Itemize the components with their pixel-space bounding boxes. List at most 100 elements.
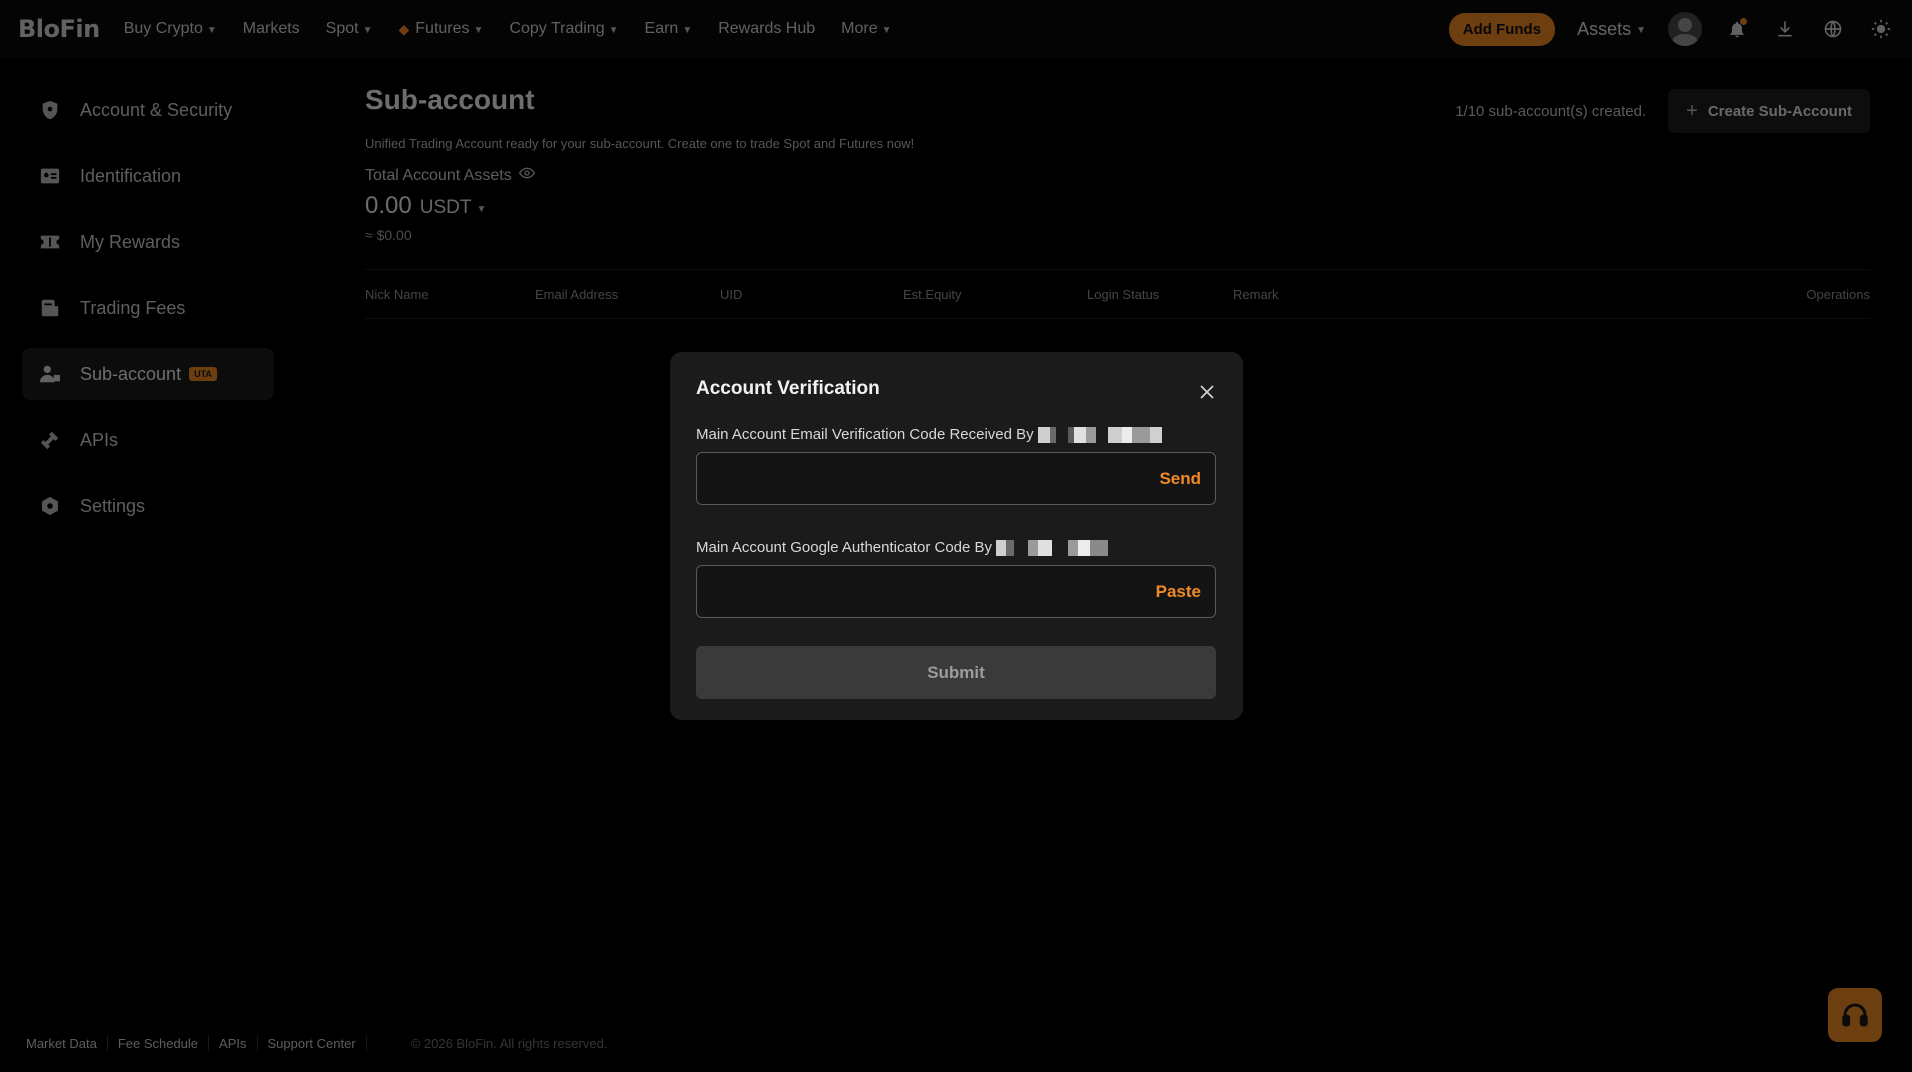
email-code-label-row: Main Account Email Verification Code Rec… [696, 426, 1217, 443]
sidebar-item-my-rewards[interactable]: My Rewards [22, 216, 274, 268]
language-button[interactable] [1820, 16, 1846, 42]
total-assets-amount: 0.00 [365, 192, 412, 219]
assets-menu[interactable]: Assets ▼ [1577, 19, 1646, 40]
footer-link-support-center[interactable]: Support Center [258, 1036, 367, 1051]
sidebar-item-sub-account[interactable]: Sub-account UTA [22, 348, 274, 400]
nav-more-label: More [841, 20, 878, 37]
footer-link-apis[interactable]: APIs [209, 1036, 258, 1051]
nav-more[interactable]: More ▼ [841, 20, 891, 38]
send-code-button[interactable]: Send [1159, 469, 1201, 489]
assets-label: Assets [1577, 18, 1632, 39]
globe-icon [1824, 20, 1842, 38]
paste-code-button[interactable]: Paste [1156, 582, 1201, 602]
settings-icon [38, 494, 62, 518]
column-login-status: Login Status [1087, 287, 1160, 302]
currency-selector[interactable]: USDT ▼ [420, 197, 487, 219]
futures-flame-icon: ◆ [398, 20, 410, 37]
modal-title: Account Verification [696, 378, 880, 399]
sidebar-item-label: Identification [80, 165, 182, 186]
sub-account-main: Sub-account 1/10 sub-account(s) created.… [365, 84, 1870, 319]
column-email-address: Email Address [535, 287, 619, 302]
sidebar-item-label: My Rewards [80, 231, 181, 252]
total-assets-label-row: Total Account Assets [365, 165, 1870, 186]
eye-icon[interactable] [518, 165, 535, 186]
chevron-down-icon: ▼ [206, 24, 217, 36]
ticket-icon [38, 230, 62, 254]
chevron-down-icon: ▼ [608, 24, 619, 36]
masked-account [996, 539, 1109, 556]
google-code-input[interactable] [697, 566, 1215, 617]
sub-account-table-header: Nick Name Email Address UID Est.Equity L… [365, 269, 1870, 319]
google-code-label: Main Account Google Authenticator Code B… [696, 539, 993, 556]
nav-right-group: Add Funds Assets ▼ [1448, 12, 1894, 46]
nav-futures-label: Futures [415, 20, 470, 37]
nav-earn[interactable]: Earn ▼ [645, 20, 693, 38]
chevron-down-icon: ▼ [881, 24, 892, 36]
modal-close-button[interactable] [1197, 382, 1217, 402]
currency-label: USDT [419, 197, 472, 218]
sidebar-item-account-security[interactable]: Account & Security [22, 84, 274, 136]
submit-button[interactable]: Submit [696, 646, 1216, 699]
caret-down-icon: ▼ [476, 203, 487, 215]
uta-badge: UTA [189, 367, 217, 381]
nav-rewards-hub-label: Rewards Hub [718, 20, 816, 37]
download-button[interactable] [1772, 16, 1798, 42]
email-code-input[interactable] [697, 453, 1215, 504]
header-actions: 1/10 sub-account(s) created. + Create Su… [1455, 89, 1870, 133]
sidebar-item-identification[interactable]: Identification [22, 150, 274, 202]
nav-spot[interactable]: Spot ▼ [326, 20, 373, 38]
plus-icon: + [1686, 100, 1698, 122]
notification-button[interactable] [1724, 16, 1750, 42]
column-remark: Remark [1233, 287, 1279, 302]
sidebar-item-label: APIs [80, 429, 119, 450]
google-code-field: Paste [696, 565, 1216, 618]
user-avatar[interactable] [1668, 12, 1702, 46]
sidebar-item-label: Trading Fees [80, 297, 186, 318]
sidebar-item-label: Settings [80, 495, 146, 516]
total-assets-label: Total Account Assets [365, 166, 512, 184]
nav-futures[interactable]: ◆ Futures ▼ [399, 20, 484, 38]
sidebar-item-apis[interactable]: APIs [22, 414, 274, 466]
brand-logo[interactable]: BloFin [18, 15, 100, 43]
sidebar-item-label: Account & Security [80, 99, 233, 120]
nav-copy-trading[interactable]: Copy Trading ▼ [509, 20, 618, 38]
theme-toggle-button[interactable] [1868, 16, 1894, 42]
email-code-field: Send [696, 452, 1216, 505]
api-icon [38, 428, 62, 452]
top-navigation: BloFin Buy Crypto ▼ Markets Spot ▼ ◆ Fut… [0, 0, 1912, 58]
approx-usd-value: ≈ $0.00 [365, 227, 412, 243]
nav-spot-label: Spot [325, 20, 359, 37]
column-nick-name: Nick Name [365, 287, 429, 302]
email-code-label: Main Account Email Verification Code Rec… [696, 426, 1034, 443]
copyright-text: © 2026 BloFin. All rights reserved. [410, 1036, 608, 1051]
id-card-icon [38, 164, 62, 188]
fees-icon [38, 296, 62, 320]
sidebar-item-settings[interactable]: Settings [22, 480, 274, 532]
add-funds-button[interactable]: Add Funds [1448, 12, 1556, 46]
create-sub-account-button[interactable]: + Create Sub-Account [1668, 89, 1870, 133]
chevron-down-icon: ▼ [682, 24, 693, 36]
headset-icon [1842, 1003, 1868, 1027]
nav-buy-crypto[interactable]: Buy Crypto ▼ [124, 20, 217, 38]
sun-icon [1871, 19, 1891, 39]
page-footer: Market Data Fee Schedule APIs Support Ce… [26, 1036, 607, 1051]
footer-link-market-data[interactable]: Market Data [26, 1036, 108, 1051]
sidebar-item-trading-fees[interactable]: Trading Fees [22, 282, 274, 334]
total-assets-value-row: 0.00 USDT ▼ [365, 192, 1870, 220]
support-chat-button[interactable] [1828, 988, 1882, 1042]
masked-email [1037, 426, 1162, 443]
sidebar-item-label: Sub-account [80, 363, 182, 384]
nav-rewards-hub[interactable]: Rewards Hub [718, 20, 815, 38]
footer-link-fee-schedule[interactable]: Fee Schedule [108, 1036, 210, 1051]
nav-markets-label: Markets [242, 20, 300, 37]
nav-markets[interactable]: Markets [243, 20, 300, 38]
notification-dot [1740, 18, 1747, 25]
sub-account-count: 1/10 sub-account(s) created. [1455, 102, 1647, 120]
download-icon [1778, 21, 1792, 37]
sub-account-icon [38, 362, 62, 386]
account-sidebar: Account & Security Identification My Rew… [22, 84, 274, 546]
page-subtitle: Unified Trading Account ready for your s… [365, 136, 915, 151]
chevron-down-icon: ▼ [1636, 24, 1646, 36]
column-operations: Operations [1806, 287, 1870, 302]
create-sub-account-label: Create Sub-Account [1707, 102, 1852, 120]
